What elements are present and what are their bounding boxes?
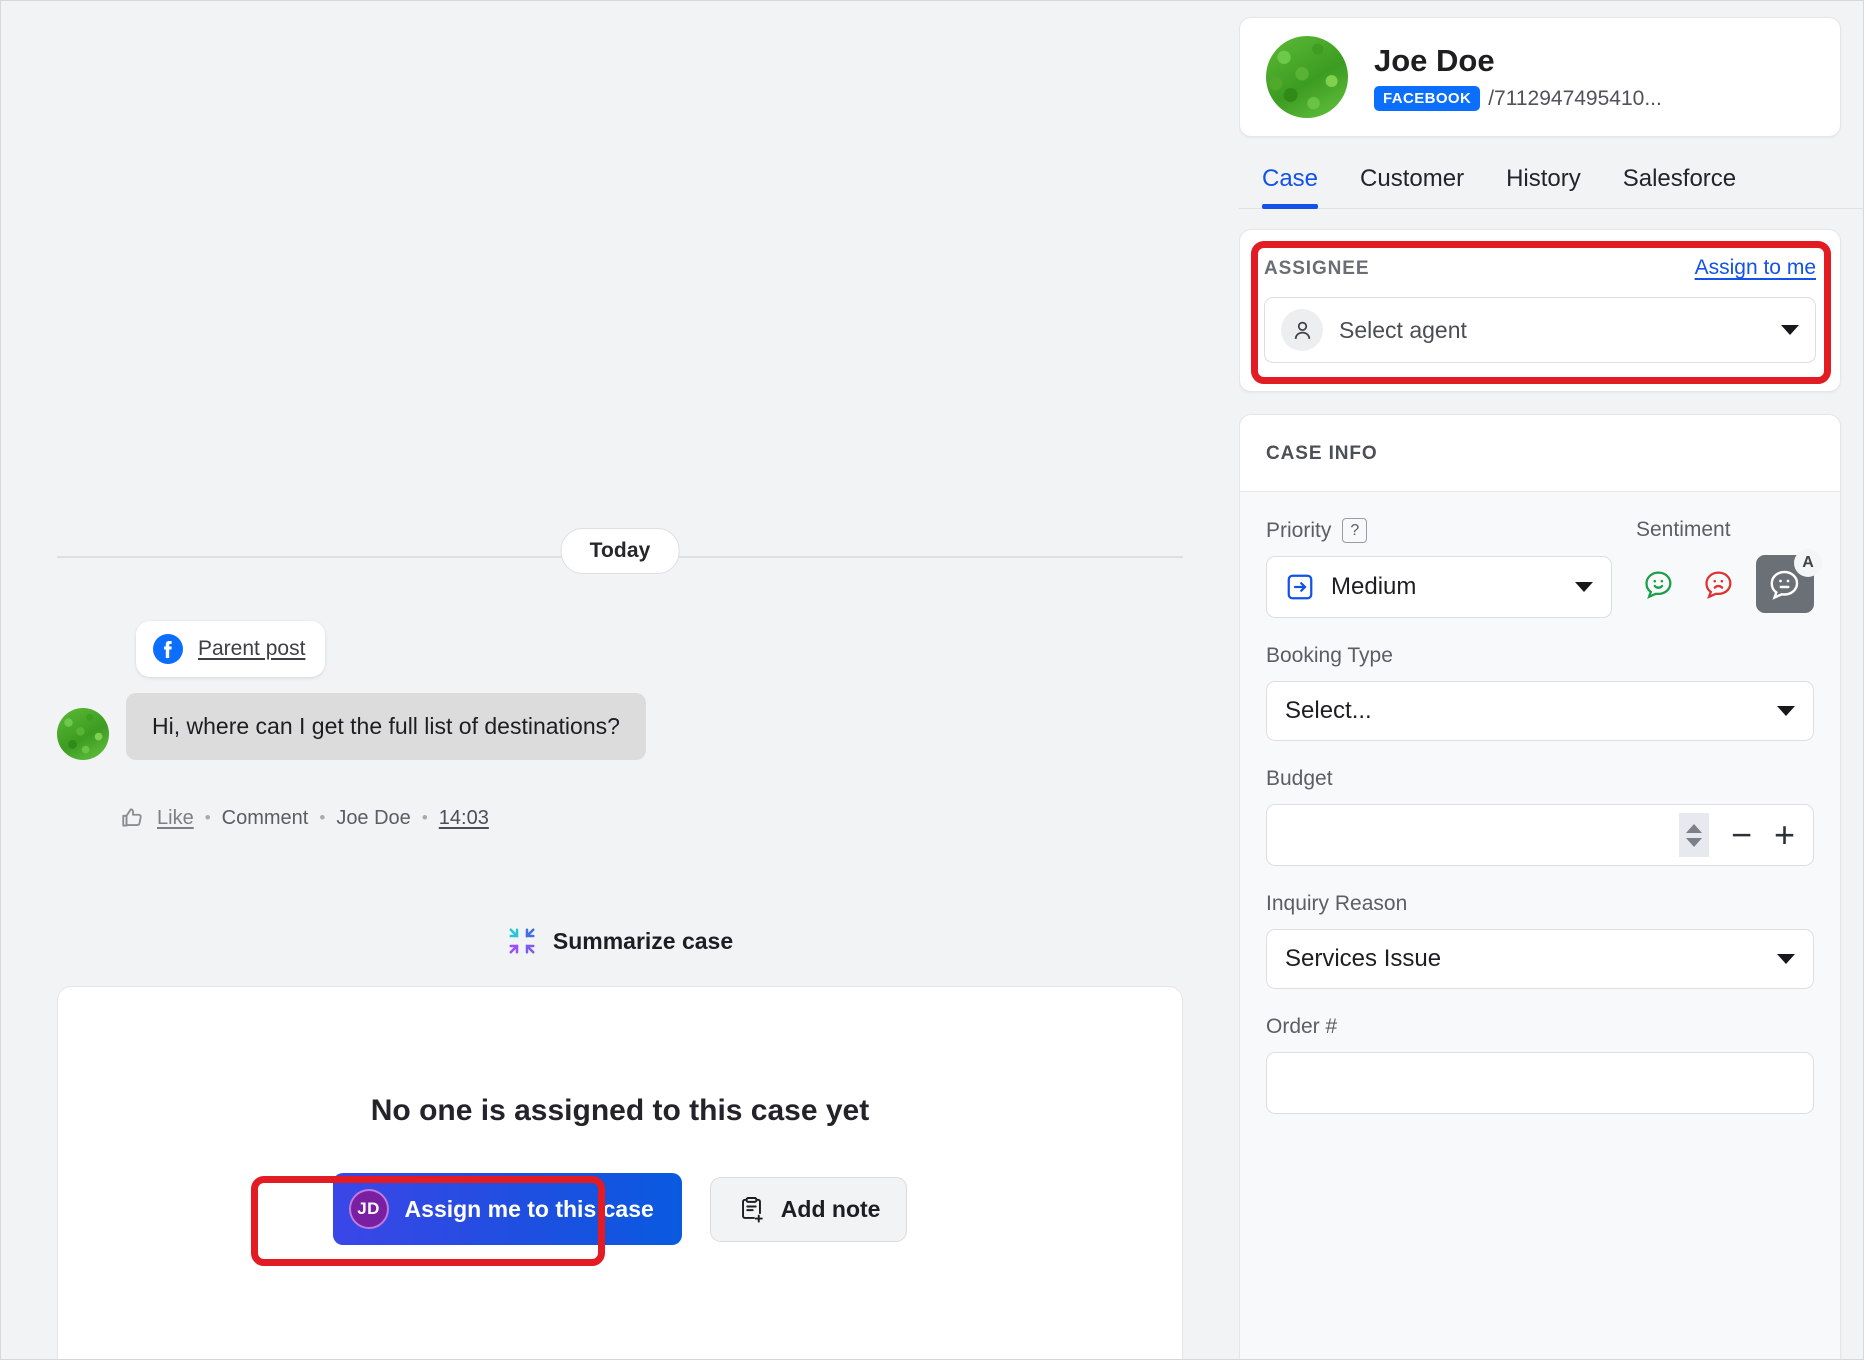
conversation-pane: Today Parent post Hi, where can I get th… [1, 1, 1239, 1359]
case-info-card: CASE INFO Priority ? [1239, 414, 1841, 1359]
thumbs-up-icon[interactable] [120, 805, 146, 831]
assign-me-button[interactable]: JD Assign me to this case [333, 1173, 682, 1245]
chevron-down-icon [1575, 582, 1593, 592]
agent-initials-avatar: JD [349, 1189, 389, 1229]
chevron-down-icon [1686, 838, 1702, 847]
meta-separator-3: • [422, 808, 428, 828]
date-chip: Today [561, 528, 680, 574]
meta-separator-2: • [319, 808, 325, 828]
order-number-field: Order # [1266, 1015, 1814, 1114]
sentiment-negative-button[interactable] [1696, 561, 1742, 607]
priority-label-row: Priority ? [1266, 518, 1612, 543]
assignee-section-label: ASSIGNEE [1264, 258, 1369, 280]
message-avatar [57, 708, 109, 760]
facebook-icon [152, 633, 184, 665]
chevron-up-icon [1686, 824, 1702, 833]
booking-type-dropdown[interactable]: Select... [1266, 681, 1814, 741]
case-info-title: CASE INFO [1266, 443, 1378, 464]
customer-avatar [1266, 36, 1348, 118]
chevron-down-icon [1781, 325, 1799, 335]
sentiment-ai-badge: A [1794, 549, 1822, 577]
customer-channel-row: FACEBOOK /7112947495410... [1374, 86, 1662, 111]
parent-post-link[interactable]: Parent post [136, 621, 325, 677]
person-icon-wrap [1281, 309, 1323, 351]
assignee-section: ASSIGNEE Assign to me Select agent [1239, 229, 1841, 392]
budget-field: Budget − + [1266, 767, 1814, 866]
priority-value: Medium [1331, 573, 1416, 601]
sentiment-neutral-button[interactable]: A [1756, 555, 1814, 613]
priority-arrow-icon [1285, 572, 1315, 602]
help-icon[interactable]: ? [1342, 518, 1367, 543]
case-info-body: Priority ? Medium [1240, 492, 1840, 1359]
case-management-app: Today Parent post Hi, where can I get th… [0, 0, 1864, 1360]
inquiry-reason-dropdown[interactable]: Services Issue [1266, 929, 1814, 989]
message-bubble: Hi, where can I get the full list of des… [126, 693, 646, 760]
booking-type-field: Booking Type Select... [1266, 644, 1814, 741]
chevron-down-icon [1777, 706, 1795, 716]
customer-name: Joe Doe [1374, 43, 1662, 79]
budget-controls: − + [1679, 813, 1795, 857]
customer-profile-card: Joe Doe FACEBOOK /7112947495410... [1239, 17, 1841, 137]
customer-handle: /7112947495410... [1488, 87, 1662, 111]
budget-input[interactable]: − + [1266, 804, 1814, 866]
tab-salesforce[interactable]: Salesforce [1602, 165, 1757, 208]
select-agent-dropdown[interactable]: Select agent [1264, 297, 1816, 363]
add-note-label: Add note [781, 1196, 881, 1223]
assignee-header: ASSIGNEE Assign to me [1264, 256, 1816, 280]
budget-label: Budget [1266, 767, 1814, 791]
comment-action[interactable]: Comment [222, 807, 309, 830]
chevron-down-icon [1777, 954, 1795, 964]
message-row: Hi, where can I get the full list of des… [57, 693, 646, 760]
order-number-label: Order # [1266, 1015, 1814, 1039]
inquiry-reason-value: Services Issue [1285, 945, 1441, 973]
message-meta: Like • Comment • Joe Doe • 14:03 [120, 805, 489, 831]
inquiry-reason-field: Inquiry Reason Services Issue [1266, 892, 1814, 989]
priority-sentiment-row: Priority ? Medium [1266, 518, 1814, 618]
assign-me-label: Assign me to this case [405, 1196, 654, 1223]
case-info-header: CASE INFO [1240, 415, 1840, 492]
assignee-card: ASSIGNEE Assign to me Select agent [1239, 229, 1841, 392]
summarize-case-button[interactable]: Summarize case [1, 926, 1239, 956]
sentiment-label: Sentiment [1636, 518, 1814, 542]
customer-identity: Joe Doe FACEBOOK /7112947495410... [1374, 43, 1662, 112]
tab-customer[interactable]: Customer [1339, 165, 1485, 208]
booking-type-value: Select... [1285, 697, 1372, 725]
assignment-panel: No one is assigned to this case yet JD A… [57, 986, 1183, 1359]
message-author: Joe Doe [336, 807, 411, 830]
inquiry-reason-label: Inquiry Reason [1266, 892, 1814, 916]
priority-label: Priority [1266, 519, 1331, 543]
sidebar-tabs: Case Customer History Salesforce [1239, 137, 1863, 209]
assignment-title: No one is assigned to this case yet [58, 1094, 1182, 1128]
right-sidebar: Joe Doe FACEBOOK /7112947495410... Case … [1239, 1, 1863, 1359]
budget-stepper[interactable] [1679, 813, 1709, 857]
priority-dropdown[interactable]: Medium [1266, 556, 1612, 618]
assign-to-me-link[interactable]: Assign to me [1695, 256, 1816, 280]
facebook-badge: FACEBOOK [1374, 86, 1480, 111]
select-agent-value: Select agent [1339, 317, 1467, 344]
message-timestamp[interactable]: 14:03 [439, 807, 489, 830]
note-plus-icon [737, 1195, 766, 1224]
summarize-sparkle-icon [507, 926, 537, 956]
priority-field: Priority ? Medium [1266, 518, 1612, 618]
like-action[interactable]: Like [157, 807, 194, 830]
tab-history[interactable]: History [1485, 165, 1602, 208]
sentiment-field: Sentiment [1636, 518, 1814, 613]
booking-type-label: Booking Type [1266, 644, 1814, 668]
assignment-actions: JD Assign me to this case Add note [58, 1173, 1182, 1245]
parent-post-label: Parent post [198, 637, 305, 661]
summarize-case-label: Summarize case [553, 928, 733, 955]
order-number-input[interactable] [1266, 1052, 1814, 1114]
tab-case[interactable]: Case [1241, 165, 1339, 208]
budget-increment-button[interactable]: + [1774, 817, 1795, 853]
budget-decrement-button[interactable]: − [1731, 817, 1752, 853]
sentiment-positive-button[interactable] [1636, 561, 1682, 607]
add-note-button[interactable]: Add note [710, 1177, 908, 1242]
sentiment-options: A [1636, 555, 1814, 613]
meta-separator-1: • [205, 808, 211, 828]
